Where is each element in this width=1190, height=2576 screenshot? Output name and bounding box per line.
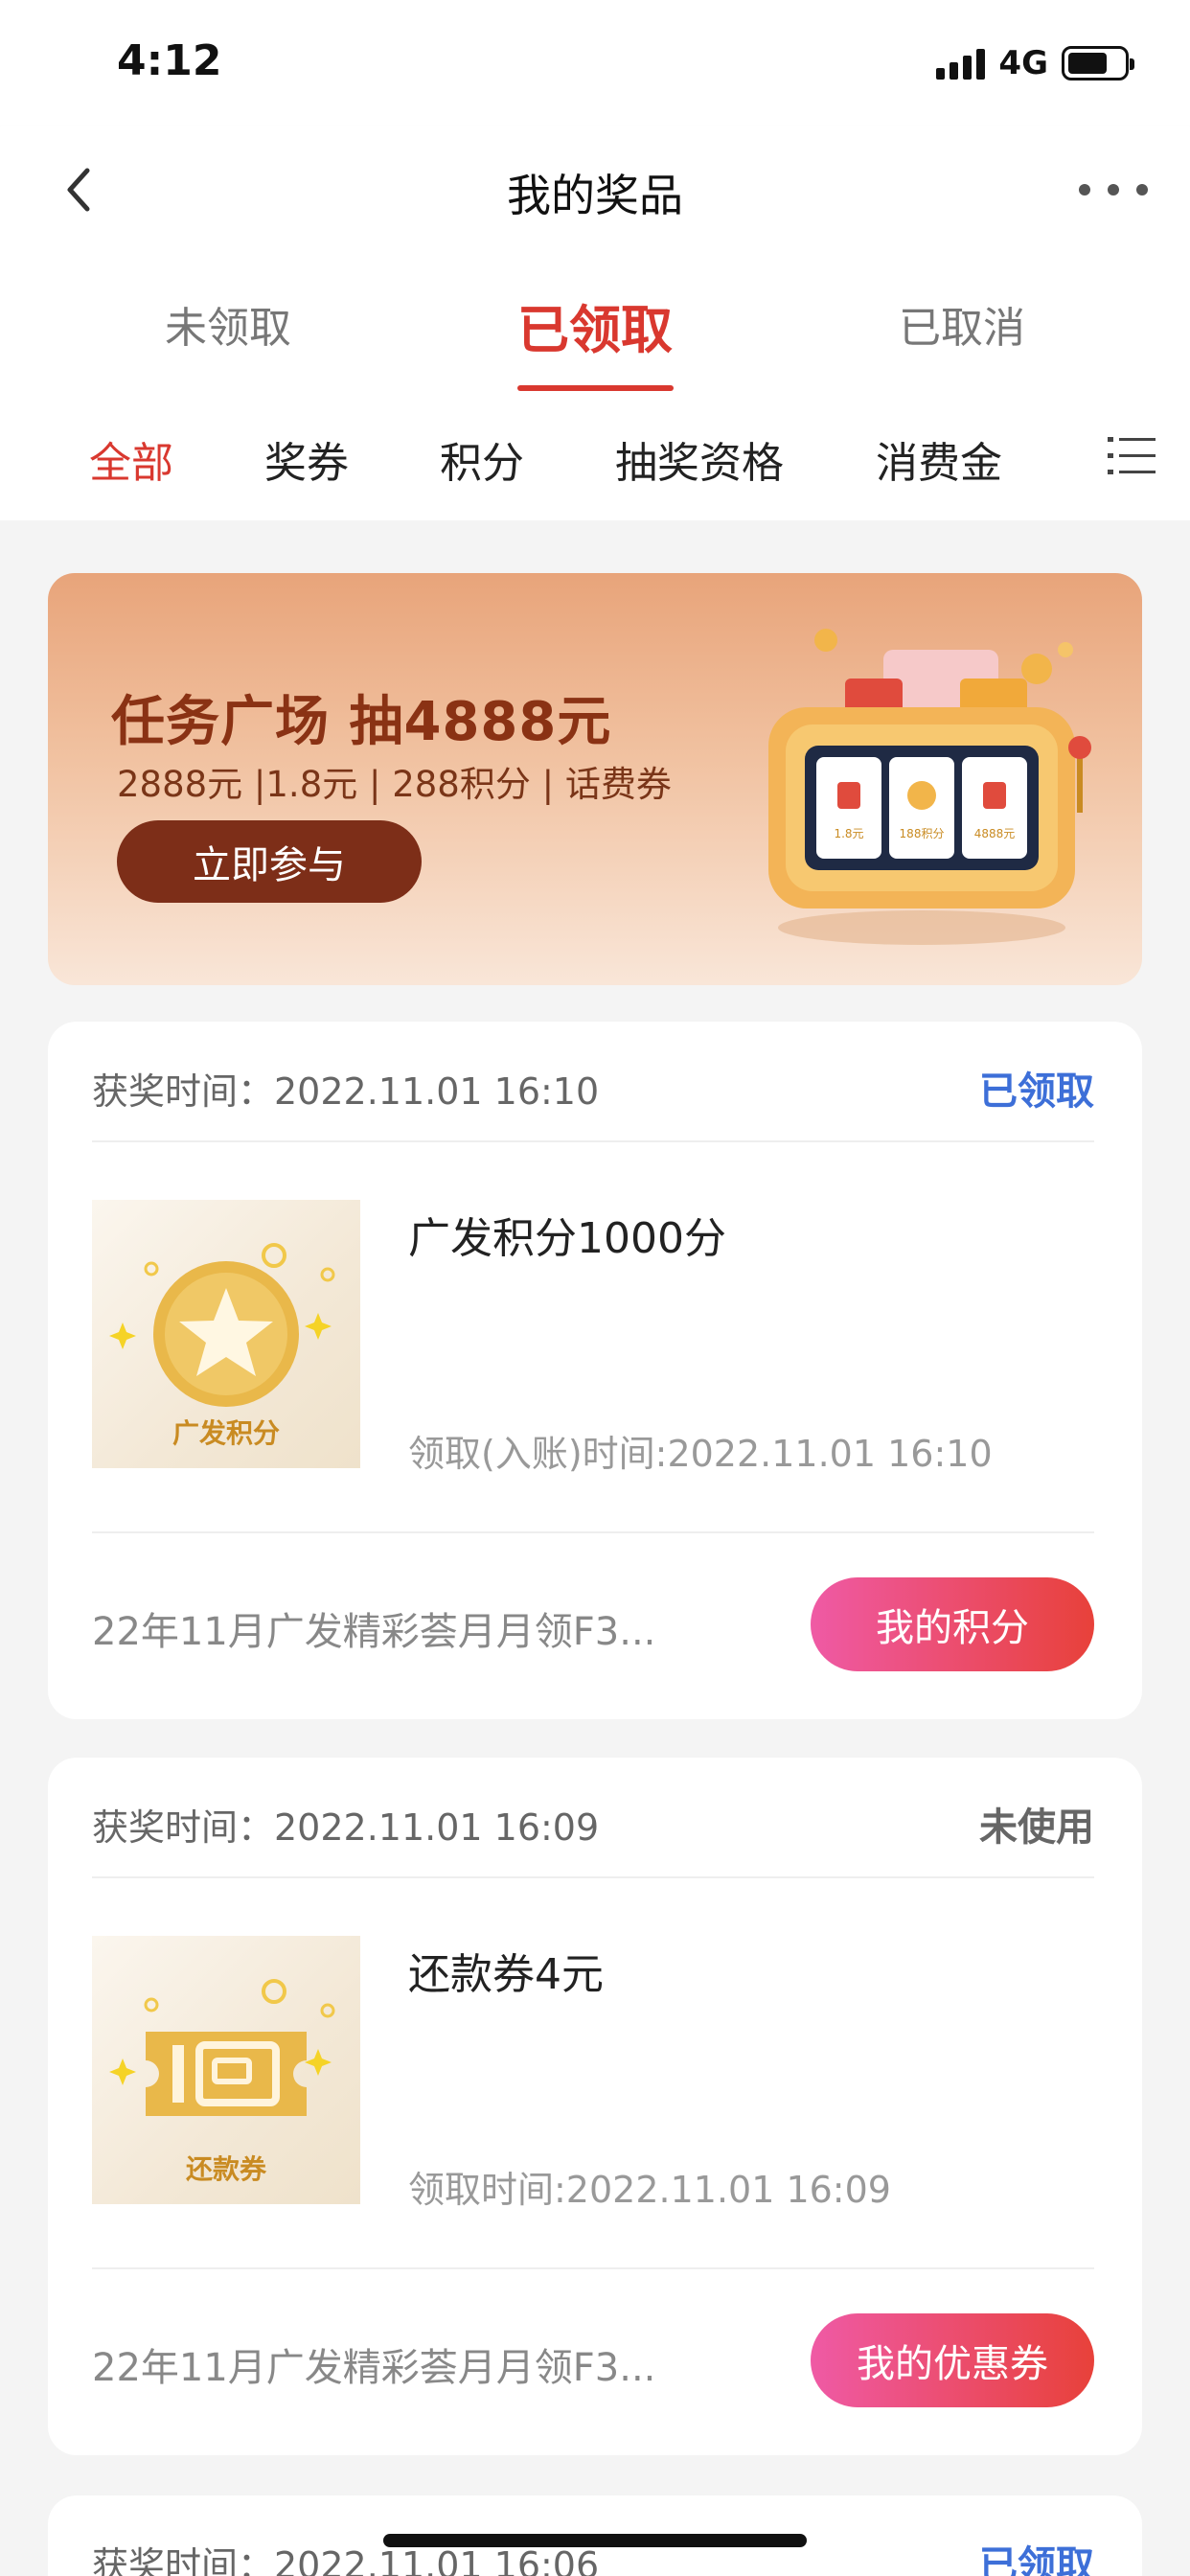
points-thumbnail: 广发积分 xyxy=(92,1200,360,1468)
filter-cashback[interactable]: 消费金 xyxy=(876,428,1002,490)
tab-cancelled[interactable]: 已取消 xyxy=(899,293,1025,355)
promo-banner[interactable]: 任务广场 抽4888元 2888元 |1.8元 | 288积分 | 话费券 立即… xyxy=(48,573,1142,985)
status-badge: 已领取 xyxy=(979,1070,1094,1114)
category-filters: 全部 奖券 积分 抽奖资格 消费金 xyxy=(0,394,1190,520)
my-coupons-button[interactable]: 我的优惠券 xyxy=(811,2313,1094,2407)
join-now-button[interactable]: 立即参与 xyxy=(117,820,422,903)
active-tab-indicator xyxy=(517,385,674,391)
slot-label-1: 1.8元 xyxy=(834,827,863,840)
status-badge: 已领取 xyxy=(979,2543,1094,2576)
signal-icon xyxy=(936,47,986,80)
status-bar: 4:12 4G xyxy=(0,0,1190,126)
list-menu-icon[interactable] xyxy=(1108,434,1156,478)
prize-name: 广发积分1000分 xyxy=(408,1214,726,1263)
thumbnail-caption: 广发积分 xyxy=(172,1417,280,1449)
banner-subtitle: 2888元 |1.8元 | 288积分 | 话费券 xyxy=(117,764,672,805)
thumbnail-caption: 还款券 xyxy=(185,2153,266,2185)
status-tabs: 未领取 已领取 已取消 xyxy=(0,255,1190,394)
filter-lottery[interactable]: 抽奖资格 xyxy=(615,428,784,490)
status-time: 4:12 xyxy=(117,36,222,85)
coupon-thumbnail: 还款券 xyxy=(92,1936,360,2204)
slot-label-2: 188积分 xyxy=(900,827,945,840)
activity-name: 22年11月广发精彩荟月月领F3... xyxy=(92,1610,656,1654)
prize-name: 还款券4元 xyxy=(408,1950,604,1999)
claim-time: 领取(入账)时间:2022.11.01 16:10 xyxy=(408,1433,993,1475)
filter-all[interactable]: 全部 xyxy=(89,428,173,490)
tab-unclaimed[interactable]: 未领取 xyxy=(165,293,291,355)
award-time: 获奖时间：2022.11.01 16:10 xyxy=(92,1070,600,1113)
filter-coupons[interactable]: 奖券 xyxy=(264,428,349,490)
claim-time: 领取时间:2022.11.01 16:09 xyxy=(408,2169,891,2211)
divider xyxy=(92,1531,1094,1533)
filter-points[interactable]: 积分 xyxy=(440,428,524,490)
prize-card: 获奖时间：2022.11.01 16:09 未使用 还款券 还款券4元 领取时间… xyxy=(48,1758,1142,2455)
nav-bar: 我的奖品 xyxy=(0,126,1190,255)
network-type: 4G xyxy=(998,44,1048,82)
page-title: 我的奖品 xyxy=(507,170,683,221)
divider xyxy=(92,2267,1094,2269)
tab-claimed[interactable]: 已领取 xyxy=(517,288,673,363)
status-indicators: 4G xyxy=(936,44,1134,82)
award-time: 获奖时间：2022.11.01 16:09 xyxy=(92,1806,600,1849)
battery-icon xyxy=(1062,46,1134,80)
card-header: 获奖时间：2022.11.01 16:09 未使用 xyxy=(92,1758,1094,1878)
home-indicator xyxy=(383,2534,807,2547)
slot-machine-illustration: 1.8元 188积分 4888元 xyxy=(768,629,1091,945)
activity-name: 22年11月广发精彩荟月月领F3... xyxy=(92,2346,656,2390)
status-badge: 未使用 xyxy=(979,1806,1094,1850)
banner-title: 任务广场 抽4888元 xyxy=(111,691,612,753)
card-header: 获奖时间：2022.11.01 16:10 已领取 xyxy=(92,1022,1094,1142)
prize-card: 获奖时间：2022.11.01 16:10 已领取 广发积分 广发积分1000分… xyxy=(48,1022,1142,1719)
my-points-button[interactable]: 我的积分 xyxy=(811,1577,1094,1671)
more-options-icon[interactable] xyxy=(1079,169,1148,211)
slot-label-3: 4888元 xyxy=(974,827,1016,840)
